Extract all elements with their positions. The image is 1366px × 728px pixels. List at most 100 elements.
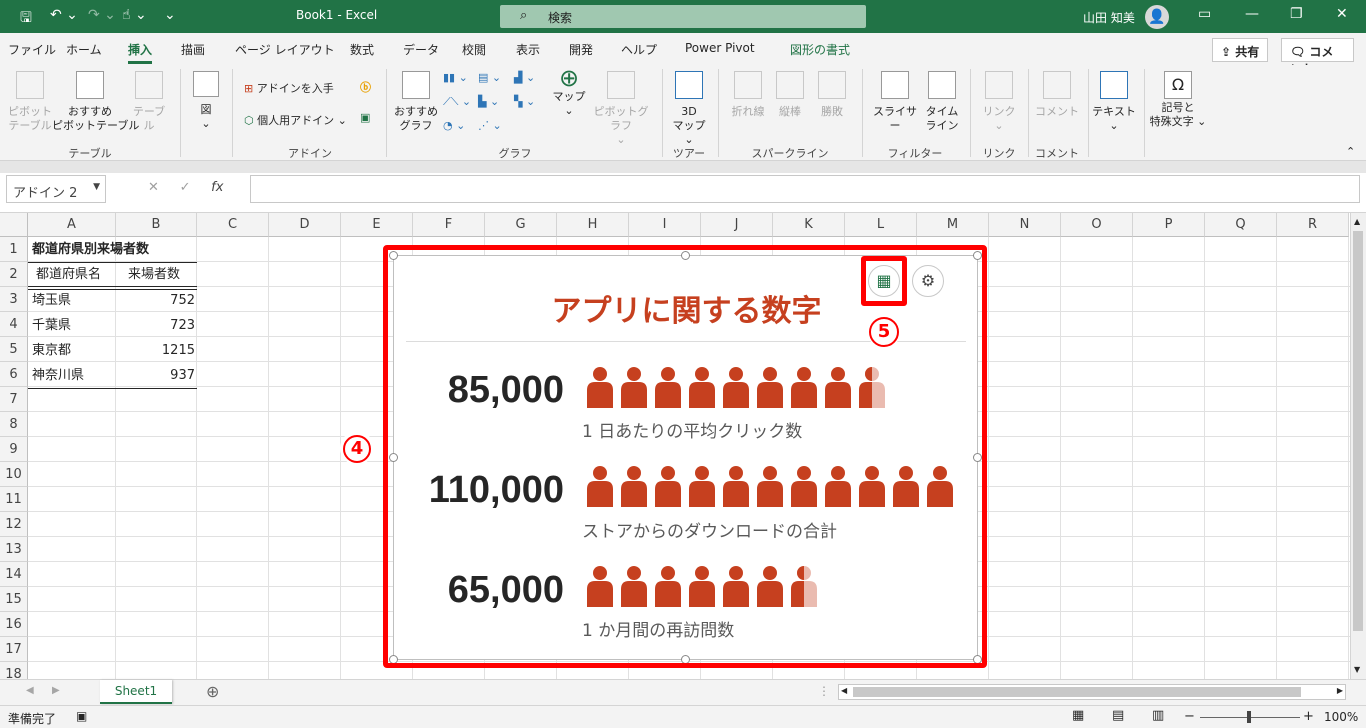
macro-record-icon[interactable]: ▣ bbox=[76, 709, 87, 723]
column-header[interactable]: Q bbox=[1205, 213, 1277, 237]
column-header[interactable]: K bbox=[773, 213, 845, 237]
row-header[interactable]: 5 bbox=[0, 337, 28, 362]
map-button[interactable]: ⊕ マップ ⌄ bbox=[552, 66, 586, 118]
tab-insert[interactable]: 挿入 bbox=[128, 41, 153, 64]
row-header[interactable]: 14 bbox=[0, 562, 28, 587]
zoom-thumb[interactable] bbox=[1247, 711, 1251, 723]
row-header[interactable]: 15 bbox=[0, 587, 28, 612]
scatter-chart-icon[interactable]: ⋰ ⌄ bbox=[478, 119, 502, 132]
insert-function-icon[interactable]: fx bbox=[211, 180, 223, 195]
search-box[interactable]: ⌕ 検索 bbox=[500, 5, 866, 28]
tab-help[interactable]: ヘルプ bbox=[621, 41, 657, 58]
slicer-button[interactable]: スライサー bbox=[868, 71, 922, 133]
row-header[interactable]: 4 bbox=[0, 312, 28, 337]
column-header[interactable]: D bbox=[269, 213, 341, 237]
comments-button[interactable]: 🗨 コメント bbox=[1281, 38, 1354, 76]
tab-data[interactable]: データ bbox=[403, 41, 439, 58]
row-header[interactable]: 2 bbox=[0, 262, 28, 287]
column-header[interactable]: P bbox=[1133, 213, 1205, 237]
cell-value[interactable]: 752 bbox=[118, 288, 195, 313]
scroll-thumb[interactable] bbox=[1353, 231, 1363, 631]
scroll-up-icon[interactable]: ▲ bbox=[1354, 217, 1360, 226]
tab-developer[interactable]: 開発 bbox=[569, 41, 593, 58]
symbol-button[interactable]: Ω 記号と 特殊文字 ⌄ bbox=[1146, 71, 1210, 129]
cell-value[interactable]: 1215 bbox=[118, 338, 195, 363]
column-header[interactable]: H bbox=[557, 213, 629, 237]
tab-file[interactable]: ファイル bbox=[8, 41, 56, 58]
column-header[interactable]: B bbox=[116, 213, 197, 237]
name-box[interactable]: アドイン 2 ▼ bbox=[6, 175, 106, 203]
column-header[interactable]: L bbox=[845, 213, 917, 237]
recommended-pivot-button[interactable]: おすすめ ピボットテーブル bbox=[52, 71, 139, 133]
enter-icon[interactable]: ✓ bbox=[180, 180, 191, 195]
text-button[interactable]: テキスト ⌄ bbox=[1092, 71, 1136, 133]
tab-view[interactable]: 表示 bbox=[516, 41, 540, 58]
ribbon-display-icon[interactable]: ▭ bbox=[1198, 6, 1211, 22]
recommended-charts-button[interactable]: おすすめ グラフ bbox=[393, 71, 439, 133]
avatar[interactable]: 👤 bbox=[1145, 5, 1169, 29]
line-chart-icon[interactable]: ⟋⟍ ⌄ bbox=[443, 95, 471, 109]
column-header[interactable]: R bbox=[1277, 213, 1349, 237]
row-header[interactable]: 13 bbox=[0, 537, 28, 562]
cell-value[interactable]: 937 bbox=[118, 363, 195, 388]
scroll-right-icon[interactable]: ▶ bbox=[1337, 686, 1343, 695]
column-header[interactable]: O bbox=[1061, 213, 1133, 237]
splitter-icon[interactable]: ⋮ bbox=[818, 684, 830, 698]
bing-icon[interactable]: ⓑ bbox=[360, 79, 371, 95]
waterfall-chart-icon[interactable]: ▟ ⌄ bbox=[514, 71, 535, 84]
my-addins-button[interactable]: ⬡ 個人用アドイン ⌄ bbox=[244, 112, 347, 128]
link-button[interactable]: リンク ⌄ bbox=[978, 71, 1020, 133]
row-header[interactable]: 9 bbox=[0, 437, 28, 462]
cell-name[interactable]: 神奈川県 bbox=[32, 363, 84, 388]
combo-chart-icon[interactable]: ▚ ⌄ bbox=[514, 95, 535, 108]
horizontal-scrollbar[interactable]: ◀ ▶ bbox=[838, 684, 1346, 700]
save-icon[interactable]: 🖫 bbox=[20, 7, 32, 31]
close-icon[interactable]: ✕ bbox=[1336, 6, 1348, 22]
column-header[interactable]: G bbox=[485, 213, 557, 237]
add-sheet-icon[interactable]: ⊕ bbox=[206, 682, 219, 701]
row-header[interactable]: 16 bbox=[0, 612, 28, 637]
cell-value[interactable]: 723 bbox=[118, 313, 195, 338]
row-header[interactable]: 3 bbox=[0, 287, 28, 312]
select-all[interactable] bbox=[0, 213, 28, 237]
row-header[interactable]: 11 bbox=[0, 487, 28, 512]
row-header[interactable]: 10 bbox=[0, 462, 28, 487]
cell-name[interactable]: 東京都 bbox=[32, 338, 71, 363]
cell-a1[interactable]: 都道府県別来場者数 bbox=[32, 237, 149, 262]
tab-power-pivot[interactable]: Power Pivot bbox=[685, 41, 755, 55]
column-header[interactable]: F bbox=[413, 213, 485, 237]
column-header[interactable]: A bbox=[28, 213, 116, 237]
zoom-out-icon[interactable]: − bbox=[1184, 709, 1195, 724]
cell-name[interactable]: 埼玉県 bbox=[32, 288, 71, 313]
comment-button[interactable]: コメント bbox=[1034, 71, 1080, 119]
3d-map-button[interactable]: 3D マップ ⌄ bbox=[668, 71, 710, 147]
row-header[interactable]: 17 bbox=[0, 637, 28, 662]
collapse-ribbon-icon[interactable]: ⌃ bbox=[1346, 145, 1355, 158]
row-header[interactable]: 12 bbox=[0, 512, 28, 537]
formula-input[interactable] bbox=[250, 175, 1360, 203]
cancel-icon[interactable]: ✕ bbox=[148, 180, 159, 195]
next-sheet-icon[interactable]: ▶ bbox=[52, 685, 60, 696]
normal-view-icon[interactable]: ▦ bbox=[1072, 708, 1084, 723]
people-graph-icon[interactable]: ▣ bbox=[360, 111, 370, 124]
restore-icon[interactable]: ❐ bbox=[1290, 6, 1303, 22]
tab-home[interactable]: ホーム bbox=[66, 41, 102, 58]
column-header[interactable]: E bbox=[341, 213, 413, 237]
row-header[interactable]: 1 bbox=[0, 237, 28, 262]
scroll-down-icon[interactable]: ▼ bbox=[1354, 665, 1360, 674]
tab-shape-format[interactable]: 図形の書式 bbox=[790, 41, 850, 58]
h-scroll-thumb[interactable] bbox=[853, 687, 1301, 697]
table-button[interactable]: テーブル bbox=[128, 71, 170, 133]
undo-icon[interactable]: ↶ ⌄ bbox=[50, 7, 78, 23]
page-layout-view-icon[interactable]: ▤ bbox=[1112, 708, 1124, 723]
minimize-icon[interactable]: — bbox=[1245, 6, 1259, 22]
row-header[interactable]: 18 bbox=[0, 662, 28, 679]
sparkline-winloss-button[interactable]: 勝敗 bbox=[812, 71, 852, 119]
column-chart-icon[interactable]: ▮▮ ⌄ bbox=[443, 71, 468, 84]
user-name[interactable]: 山田 知美 bbox=[1083, 9, 1135, 26]
get-addins-button[interactable]: ⊞ アドインを入手 bbox=[244, 80, 334, 96]
stat-chart-icon[interactable]: ▙ ⌄ bbox=[478, 95, 499, 108]
row-header[interactable]: 8 bbox=[0, 412, 28, 437]
vertical-scrollbar[interactable]: ▲ ▼ bbox=[1350, 213, 1366, 679]
hierarchy-chart-icon[interactable]: ▤ ⌄ bbox=[478, 71, 501, 84]
